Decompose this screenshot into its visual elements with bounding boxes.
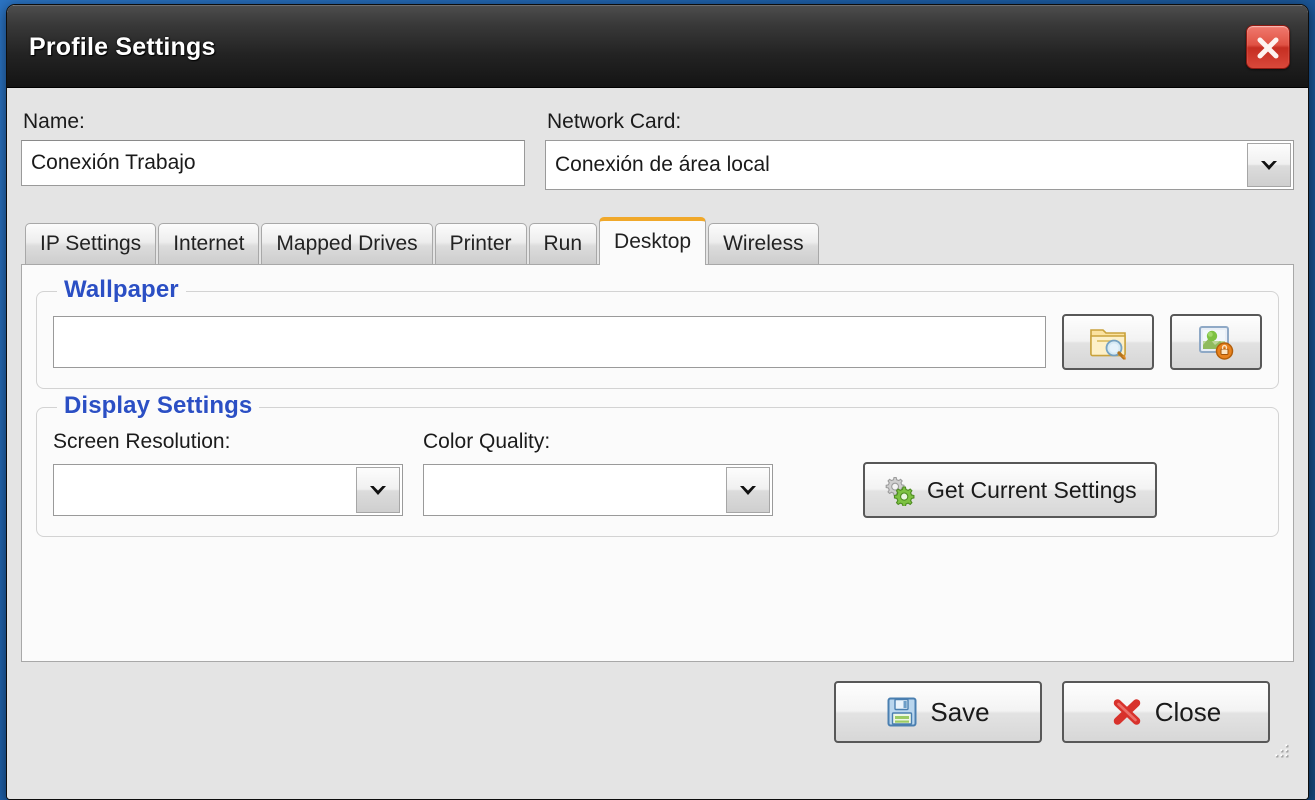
tab-wireless[interactable]: Wireless [708, 223, 819, 264]
screen-resolution-label: Screen Resolution: [53, 430, 231, 453]
get-current-settings-button[interactable]: Get Current Settings [863, 462, 1157, 518]
name-input[interactable]: Conexión Trabajo [21, 140, 525, 186]
color-quality-label: Color Quality: [423, 430, 551, 453]
top-fields-row: Name: Conexión Trabajo Network Card: Con… [21, 88, 1294, 190]
wallpaper-group-title: Wallpaper [57, 276, 186, 304]
tab-ip-settings[interactable]: IP Settings [25, 223, 157, 264]
wallpaper-browse-button[interactable] [1062, 314, 1154, 370]
window-title: Profile Settings [29, 33, 216, 61]
title-bar: Profile Settings [7, 5, 1308, 88]
display-settings-controls-row: Get Current Settings [53, 462, 1262, 518]
tab-strip: IP Settings Internet Mapped Drives Print… [21, 216, 1294, 265]
display-settings-group: Display Settings Screen Resolution: Colo… [36, 392, 1279, 537]
color-quality-dropdown-button[interactable] [726, 467, 770, 513]
tab-internet[interactable]: Internet [158, 223, 260, 264]
desktop-tab-panel: Wallpaper Display Settings Screen Resolu… [21, 264, 1294, 662]
wallpaper-group: Wallpaper [36, 276, 1279, 389]
tab-printer[interactable]: Printer [434, 223, 527, 264]
name-label: Name: [23, 110, 85, 133]
name-field-group: Name: Conexión Trabajo [21, 110, 525, 190]
network-card-label: Network Card: [547, 110, 682, 133]
picture-lock-icon [1199, 326, 1234, 360]
save-button[interactable]: Save [834, 681, 1042, 743]
dialog-footer: Save Close [21, 662, 1294, 762]
close-button[interactable]: Close [1062, 681, 1270, 743]
network-card-field-group: Network Card: Conexión de área local [545, 110, 1294, 190]
color-quality-select[interactable] [423, 464, 773, 516]
screen-resolution-select[interactable] [53, 464, 403, 516]
tab-mapped-drives[interactable]: Mapped Drives [261, 223, 433, 264]
chevron-down-icon [370, 486, 386, 495]
close-x-icon [1257, 37, 1279, 59]
gears-icon [885, 476, 915, 506]
tab-desktop[interactable]: Desktop [599, 217, 707, 265]
window-close-button[interactable] [1246, 25, 1290, 69]
profile-settings-dialog: Profile Settings Name: Conexión Trabajo [6, 4, 1309, 800]
display-settings-labels: Screen Resolution: Color Quality: [53, 430, 1262, 460]
floppy-disk-icon [887, 697, 917, 727]
tab-run[interactable]: Run [528, 223, 598, 264]
display-settings-group-title: Display Settings [57, 392, 260, 420]
dialog-body: Name: Conexión Trabajo Network Card: Con… [7, 88, 1308, 799]
folder-search-icon [1090, 329, 1126, 360]
save-button-label: Save [930, 696, 990, 727]
get-current-settings-label: Get Current Settings [927, 476, 1137, 503]
wallpaper-row [53, 314, 1262, 370]
wallpaper-path-input[interactable] [53, 316, 1046, 368]
desktop-background: Profile Settings Name: Conexión Trabajo [0, 0, 1315, 800]
title-bar-highlight [8, 5, 1307, 6]
network-card-select[interactable]: Conexión de área local [545, 140, 1294, 190]
network-card-dropdown-button[interactable] [1247, 143, 1291, 187]
chevron-down-icon [740, 486, 756, 495]
screen-resolution-dropdown-button[interactable] [356, 467, 400, 513]
resize-grip-icon[interactable] [1273, 742, 1291, 760]
chevron-down-icon [1261, 161, 1277, 170]
red-x-icon [1113, 699, 1140, 725]
wallpaper-preview-button[interactable] [1170, 314, 1262, 370]
close-button-label: Close [1154, 696, 1222, 727]
network-card-value: Conexión de área local [555, 153, 770, 176]
